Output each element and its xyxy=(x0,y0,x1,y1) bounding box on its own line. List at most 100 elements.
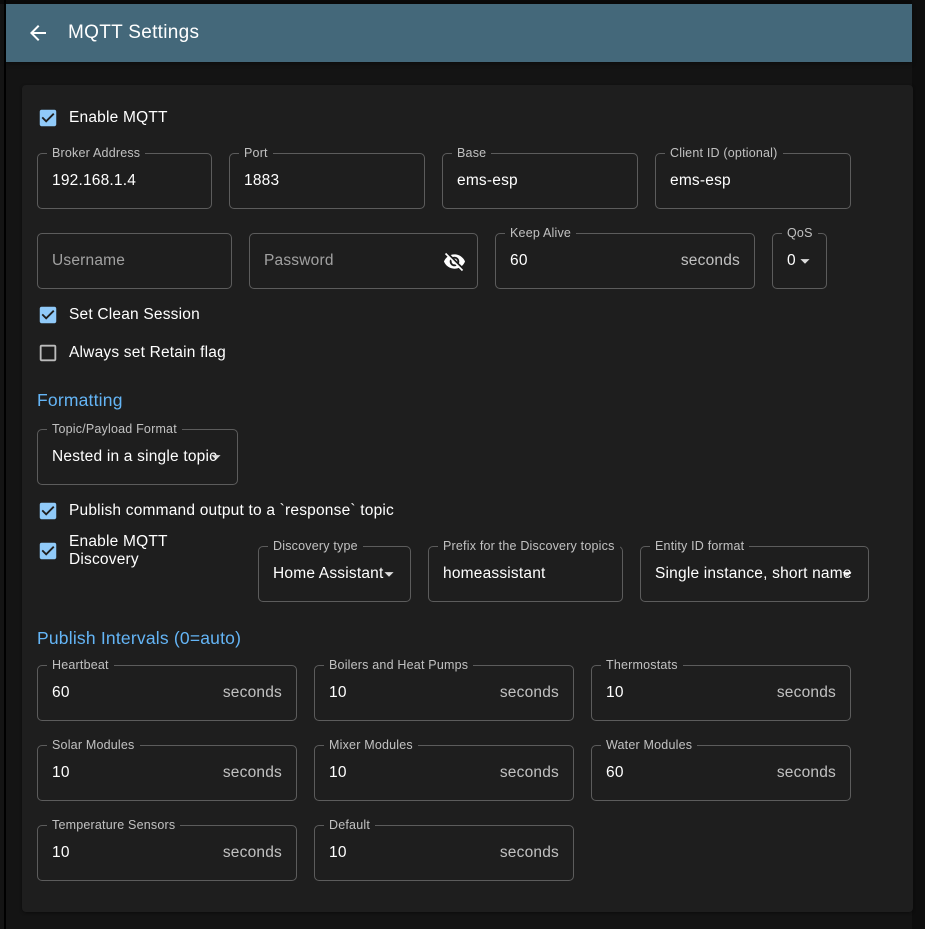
back-button[interactable] xyxy=(26,21,50,45)
water-modules-unit: seconds xyxy=(777,764,850,782)
formatting-heading: Formatting xyxy=(37,390,898,411)
mixer-modules-label: Mixer Modules xyxy=(324,737,418,754)
toggle-password-visibility-button[interactable] xyxy=(441,248,467,274)
visibility-off-icon xyxy=(443,250,466,273)
default-interval-unit: seconds xyxy=(500,844,573,862)
checkbox-checked-icon[interactable] xyxy=(37,304,59,326)
connection-row-2: Keep Alive seconds QoS 0 xyxy=(37,233,898,289)
solar-modules-label: Solar Modules xyxy=(47,737,140,754)
enable-mqtt-label: Enable MQTT xyxy=(69,109,168,127)
mqtt-settings-card: Enable MQTT Broker Address Port Base Cli… xyxy=(22,85,913,912)
arrow-back-icon xyxy=(26,21,50,45)
qos-select[interactable]: QoS 0 xyxy=(772,233,827,289)
heartbeat-label: Heartbeat xyxy=(47,657,114,674)
checkbox-checked-icon[interactable] xyxy=(37,500,59,522)
checkbox-checked-icon[interactable] xyxy=(37,107,59,129)
publish-response-checkbox[interactable]: Publish command output to a `response` t… xyxy=(37,500,898,522)
app-bar: MQTT Settings xyxy=(6,4,912,62)
retain-flag-checkbox[interactable]: Always set Retain flag xyxy=(37,342,898,364)
broker-address-input[interactable] xyxy=(38,154,211,208)
topic-format-label: Topic/Payload Format xyxy=(47,421,182,438)
entity-id-format-value: Single instance, short name xyxy=(641,565,852,583)
port-field: Port xyxy=(229,153,425,209)
default-interval-label: Default xyxy=(324,817,375,834)
username-field xyxy=(37,233,232,289)
discovery-row: Enable MQTT Discovery Discovery type Hom… xyxy=(37,538,898,602)
client-id-label: Client ID (optional) xyxy=(665,145,783,162)
publish-intervals-heading: Publish Intervals (0=auto) xyxy=(37,628,898,649)
keep-alive-input[interactable] xyxy=(496,234,681,288)
window-edge-left xyxy=(4,0,6,929)
thermostats-input[interactable] xyxy=(592,666,777,720)
password-field xyxy=(249,233,478,289)
dropdown-arrow-icon xyxy=(205,446,227,468)
discovery-prefix-field: Prefix for the Discovery topics xyxy=(428,546,623,602)
intervals-grid: Heartbeat seconds Boilers and Heat Pumps… xyxy=(37,665,898,881)
client-id-input[interactable] xyxy=(656,154,850,208)
dropdown-arrow-icon xyxy=(836,563,858,585)
username-input[interactable] xyxy=(38,234,231,288)
discovery-type-label: Discovery type xyxy=(268,538,363,555)
temperature-sensors-input[interactable] xyxy=(38,826,223,880)
keep-alive-unit: seconds xyxy=(681,252,754,270)
entity-id-format-select[interactable]: Entity ID format Single instance, short … xyxy=(640,546,869,602)
boilers-input[interactable] xyxy=(315,666,500,720)
retain-flag-label: Always set Retain flag xyxy=(69,344,226,362)
thermostats-field: Thermostats seconds xyxy=(591,665,851,721)
window-edge-right xyxy=(912,0,925,929)
boilers-unit: seconds xyxy=(500,684,573,702)
base-input[interactable] xyxy=(443,154,637,208)
boilers-field: Boilers and Heat Pumps seconds xyxy=(314,665,574,721)
mixer-modules-field: Mixer Modules seconds xyxy=(314,745,574,801)
discovery-type-select[interactable]: Discovery type Home Assistant xyxy=(258,546,411,602)
solar-modules-input[interactable] xyxy=(38,746,223,800)
enable-mqtt-checkbox[interactable]: Enable MQTT xyxy=(37,107,898,129)
broker-address-field: Broker Address xyxy=(37,153,212,209)
base-label: Base xyxy=(452,145,491,162)
enable-discovery-checkbox[interactable]: Enable MQTT Discovery xyxy=(37,540,241,562)
thermostats-label: Thermostats xyxy=(601,657,683,674)
mixer-modules-unit: seconds xyxy=(500,764,573,782)
boilers-label: Boilers and Heat Pumps xyxy=(324,657,473,674)
topic-format-select[interactable]: Topic/Payload Format Nested in a single … xyxy=(37,429,238,485)
temperature-sensors-unit: seconds xyxy=(223,844,296,862)
enable-discovery-label: Enable MQTT Discovery xyxy=(69,533,241,569)
heartbeat-input[interactable] xyxy=(38,666,223,720)
clean-session-checkbox[interactable]: Set Clean Session xyxy=(37,304,898,326)
default-interval-field: Default seconds xyxy=(314,825,574,881)
dropdown-arrow-icon xyxy=(378,563,400,585)
keep-alive-field: Keep Alive seconds xyxy=(495,233,755,289)
topic-format-row: Topic/Payload Format Nested in a single … xyxy=(37,429,898,485)
publish-response-label: Publish command output to a `response` t… xyxy=(69,502,394,520)
temperature-sensors-label: Temperature Sensors xyxy=(47,817,180,834)
broker-address-label: Broker Address xyxy=(47,145,145,162)
client-id-field: Client ID (optional) xyxy=(655,153,851,209)
port-label: Port xyxy=(239,145,273,162)
qos-value: 0 xyxy=(773,252,796,270)
checkbox-checked-icon[interactable] xyxy=(37,540,59,562)
dropdown-arrow-icon xyxy=(794,250,816,272)
connection-row-1: Broker Address Port Base Client ID (opti… xyxy=(37,153,898,209)
page-title: MQTT Settings xyxy=(68,22,199,44)
checkbox-unchecked-icon[interactable] xyxy=(37,342,59,364)
mixer-modules-input[interactable] xyxy=(315,746,500,800)
clean-session-label: Set Clean Session xyxy=(69,306,200,324)
entity-id-format-label: Entity ID format xyxy=(650,538,749,555)
discovery-prefix-label: Prefix for the Discovery topics xyxy=(438,538,620,555)
solar-modules-unit: seconds xyxy=(223,764,296,782)
discovery-type-value: Home Assistant xyxy=(259,565,383,583)
qos-label: QoS xyxy=(782,225,818,242)
heartbeat-field: Heartbeat seconds xyxy=(37,665,297,721)
water-modules-input[interactable] xyxy=(592,746,777,800)
topic-format-value: Nested in a single topic xyxy=(38,448,217,466)
heartbeat-unit: seconds xyxy=(223,684,296,702)
port-input[interactable] xyxy=(230,154,424,208)
temperature-sensors-field: Temperature Sensors seconds xyxy=(37,825,297,881)
solar-modules-field: Solar Modules seconds xyxy=(37,745,297,801)
water-modules-field: Water Modules seconds xyxy=(591,745,851,801)
default-interval-input[interactable] xyxy=(315,826,500,880)
thermostats-unit: seconds xyxy=(777,684,850,702)
water-modules-label: Water Modules xyxy=(601,737,697,754)
discovery-prefix-input[interactable] xyxy=(429,547,622,601)
base-field: Base xyxy=(442,153,638,209)
